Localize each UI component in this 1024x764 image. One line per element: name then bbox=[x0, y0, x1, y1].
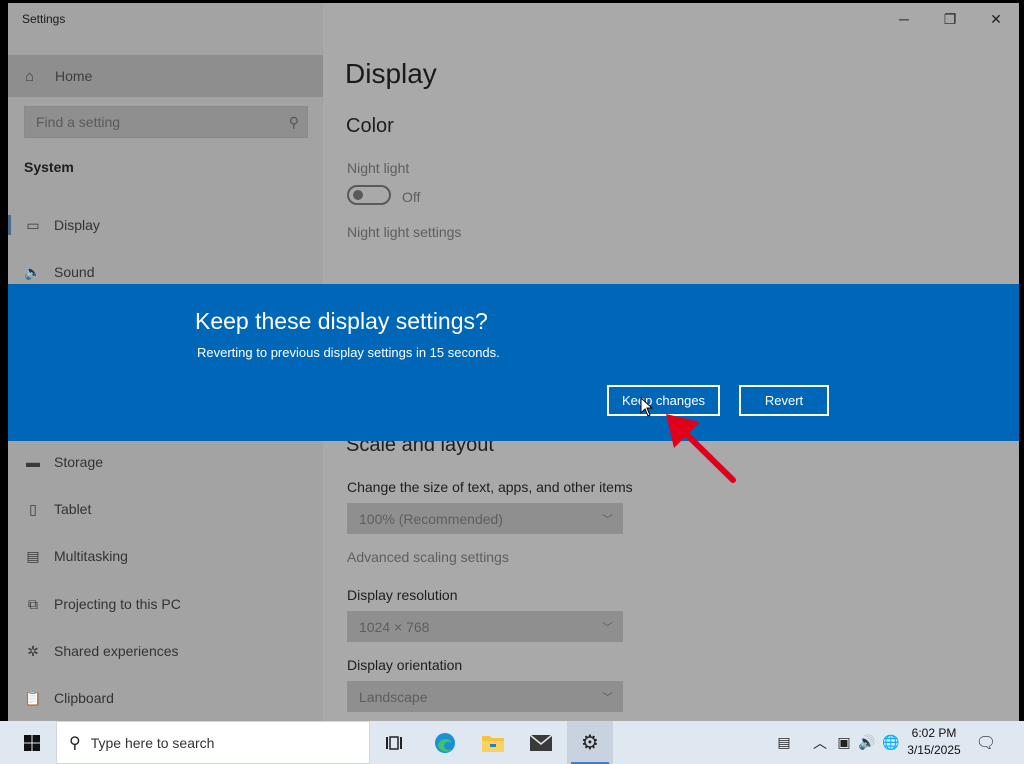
chevron-down-icon: ﹀ bbox=[602, 513, 613, 526]
monitor-icon: ▭ bbox=[26, 216, 40, 233]
dialog-title: Keep these display settings? bbox=[195, 308, 488, 334]
network-globe-icon[interactable]: 🌐 bbox=[881, 721, 901, 764]
sidebar-item-projecting[interactable]: ⧉ Projecting to this PC bbox=[8, 584, 323, 624]
keep-settings-dialog: Keep these display settings? Reverting t… bbox=[8, 284, 1019, 441]
sidebar-item-multitasking[interactable]: ▤ Multitasking bbox=[8, 536, 323, 576]
resolution-label: Display resolution bbox=[347, 587, 458, 603]
volume-icon[interactable]: 🔊 bbox=[857, 721, 877, 764]
multitasking-icon: ▤ bbox=[26, 547, 40, 564]
advanced-scaling-link[interactable]: Advanced scaling settings bbox=[347, 549, 509, 565]
gear-icon: ⚙ bbox=[581, 732, 599, 754]
night-light-settings-link[interactable]: Night light settings bbox=[347, 224, 461, 240]
sidebar-item-label: Shared experiences bbox=[54, 643, 179, 659]
meet-now-icon[interactable]: ▣ bbox=[835, 721, 853, 764]
sidebar-item-label: Tablet bbox=[54, 501, 92, 517]
speaker-icon: 🔈 bbox=[24, 263, 42, 280]
task-view-icon bbox=[386, 735, 402, 750]
windows-logo-icon bbox=[24, 734, 40, 751]
mouse-cursor-icon bbox=[640, 397, 654, 417]
storage-icon: ▬ bbox=[26, 454, 40, 470]
mail-app-button[interactable] bbox=[518, 721, 564, 764]
sidebar-item-label: Sound bbox=[54, 264, 95, 280]
sidebar-item-storage[interactable]: ▬ Storage bbox=[8, 442, 323, 482]
taskbar-search-placeholder: Type here to search bbox=[90, 734, 215, 751]
chevron-up-icon[interactable]: ︿ bbox=[812, 721, 828, 764]
search-icon: ⚲ bbox=[288, 113, 299, 130]
sidebar-item-label: Projecting to this PC bbox=[54, 596, 181, 612]
sidebar-item-clipboard[interactable]: 📋 Clipboard bbox=[8, 678, 323, 718]
window-title: Settings bbox=[22, 12, 66, 26]
orientation-label: Display orientation bbox=[347, 657, 463, 673]
home-nav-item[interactable]: ⌂ Home bbox=[8, 55, 323, 97]
share-icon: ✲ bbox=[27, 642, 39, 659]
night-light-state: Off bbox=[402, 189, 421, 205]
night-light-toggle[interactable] bbox=[347, 185, 391, 205]
color-heading: Color bbox=[346, 115, 394, 137]
clock-time: 6:02 PM bbox=[911, 726, 957, 740]
home-label: Home bbox=[55, 68, 93, 84]
chevron-down-icon: ﹀ bbox=[602, 691, 613, 704]
sidebar-item-display[interactable]: ▭ Display bbox=[8, 205, 323, 245]
sidebar-item-shared-experiences[interactable]: ✲ Shared experiences bbox=[8, 631, 323, 671]
notifications-icon[interactable]: 🗨 bbox=[974, 721, 998, 764]
taskbar: ⚲ Type here to search ⚙ ▤ ︿ ▣ 🔊 🌐 6:02 P… bbox=[0, 721, 1024, 764]
clock-date: 3/15/2025 bbox=[907, 743, 961, 757]
sidebar-item-label: Display bbox=[54, 217, 100, 233]
screen: ⌂ Home Find a setting ⚲ System ▭ Display… bbox=[0, 0, 1024, 764]
sidebar-item-label: Storage bbox=[54, 454, 104, 470]
night-light-label: Night light bbox=[347, 160, 410, 176]
task-view-button[interactable] bbox=[371, 721, 417, 764]
mail-icon bbox=[529, 733, 553, 751]
annotation-arrow-icon bbox=[666, 414, 736, 483]
sidebar-item-label: Clipboard bbox=[54, 690, 114, 706]
home-icon: ⌂ bbox=[25, 67, 35, 85]
folder-icon bbox=[482, 735, 504, 752]
sidebar-item-tablet[interactable]: ▯ Tablet bbox=[8, 489, 323, 529]
page-title: Display bbox=[345, 58, 437, 89]
clipboard-icon: 📋 bbox=[24, 689, 42, 706]
resolution-value: 1024 × 768 bbox=[359, 618, 430, 635]
settings-app-button[interactable]: ⚙ bbox=[567, 721, 613, 764]
news-widget-icon[interactable]: ▤ bbox=[772, 721, 796, 764]
revert-button[interactable]: Revert bbox=[739, 385, 829, 416]
projector-icon: ⧉ bbox=[28, 595, 38, 612]
sidebar-item-label: Multitasking bbox=[54, 548, 128, 564]
find-setting-input[interactable]: Find a setting ⚲ bbox=[24, 106, 308, 138]
scale-value: 100% (Recommended) bbox=[359, 510, 503, 527]
edge-app-button[interactable] bbox=[422, 721, 468, 764]
dialog-message: Reverting to previous display settings i… bbox=[197, 345, 500, 360]
scale-label: Change the size of text, apps, and other… bbox=[347, 479, 633, 495]
edge-browser-icon bbox=[435, 732, 455, 753]
system-clock[interactable]: 6:02 PM 3/15/2025 bbox=[904, 725, 964, 759]
orientation-dropdown[interactable]: Landscape ﹀ bbox=[347, 681, 623, 712]
tablet-icon: ▯ bbox=[29, 500, 37, 517]
taskbar-search-box[interactable]: ⚲ Type here to search bbox=[56, 721, 370, 764]
orientation-value: Landscape bbox=[359, 688, 428, 705]
find-setting-placeholder: Find a setting bbox=[36, 114, 121, 130]
chevron-down-icon: ﹀ bbox=[602, 621, 613, 634]
resolution-dropdown[interactable]: 1024 × 768 ﹀ bbox=[347, 611, 623, 642]
file-explorer-button[interactable] bbox=[470, 721, 516, 764]
start-button[interactable] bbox=[8, 721, 56, 764]
section-title: System bbox=[24, 159, 74, 175]
scale-dropdown[interactable]: 100% (Recommended) ﹀ bbox=[347, 503, 623, 534]
search-icon: ⚲ bbox=[69, 734, 81, 752]
